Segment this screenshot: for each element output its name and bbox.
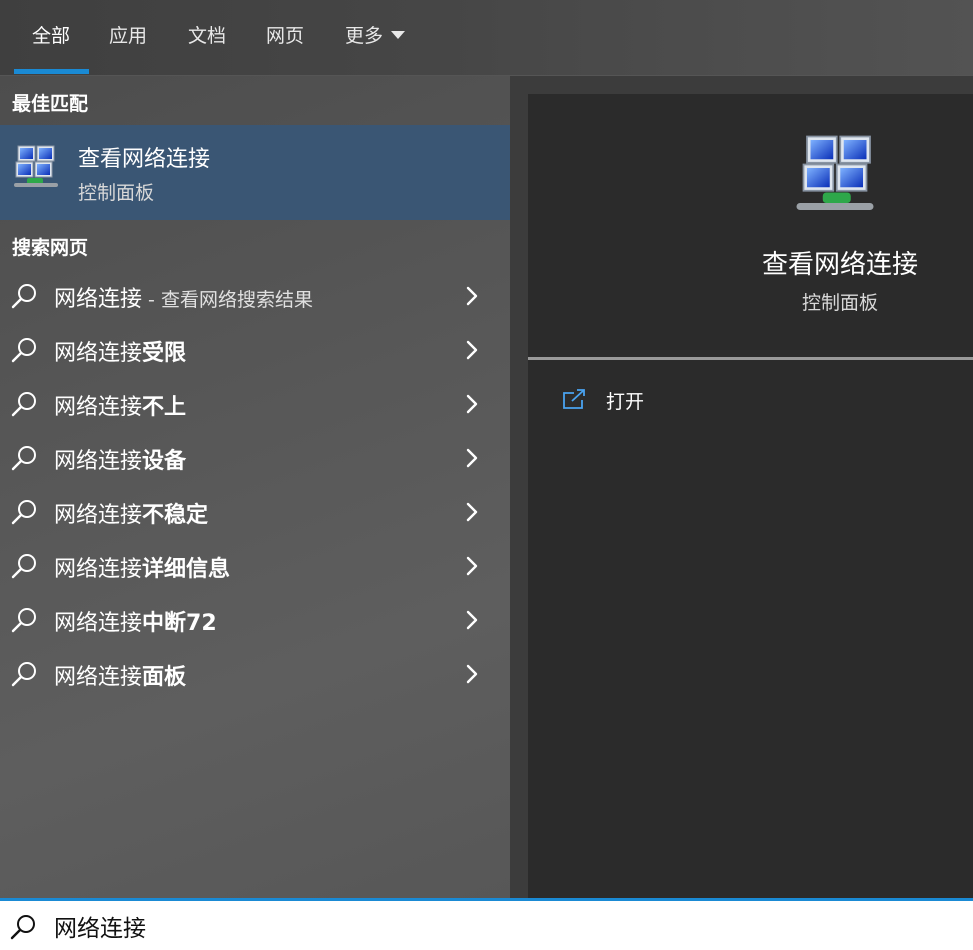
web-result-row[interactable]: 网络连接 - 查看网络搜索结果 — [0, 269, 510, 323]
search-icon — [11, 608, 36, 633]
best-match-title: 查看网络连接 — [78, 147, 211, 172]
search-icon — [11, 500, 36, 525]
chevron-right-icon — [466, 664, 478, 684]
search-window: 全部 应用 文档 网页 更多 最佳匹配 查看网络连接 控制面板 搜索网页 网络连… — [0, 0, 973, 950]
search-icon — [10, 915, 35, 940]
tab-more-label: 更多 — [345, 25, 384, 47]
web-result-row[interactable]: 网络连接不上 — [0, 377, 510, 431]
search-icon — [11, 338, 36, 363]
web-result-row[interactable]: 网络连接中断72 — [0, 593, 510, 647]
preview-pane: 查看网络连接 控制面板 打开 — [528, 94, 973, 898]
preview-divider — [528, 357, 973, 360]
web-result-row[interactable]: 网络连接不稳定 — [0, 485, 510, 539]
search-icon — [11, 446, 36, 471]
search-bar — [0, 898, 973, 950]
open-action-label: 打开 — [606, 391, 645, 413]
web-result-row[interactable]: 网络连接受限 — [0, 323, 510, 377]
chevron-right-icon — [466, 556, 478, 576]
chevron-down-icon — [391, 30, 406, 39]
tab-all[interactable]: 全部 — [32, 22, 70, 50]
active-tab-indicator — [14, 69, 89, 74]
web-result-text: 网络连接设备 — [54, 449, 187, 474]
web-result-row[interactable]: 网络连接详细信息 — [0, 539, 510, 593]
network-connections-icon — [796, 135, 874, 210]
web-result-row[interactable]: 网络连接设备 — [0, 431, 510, 485]
search-icon — [11, 392, 36, 417]
chevron-right-icon — [466, 394, 478, 414]
chevron-right-icon — [466, 340, 478, 360]
search-icon — [11, 662, 36, 687]
chevron-right-icon — [466, 610, 478, 630]
web-result-row[interactable]: 网络连接面板 — [0, 647, 510, 701]
best-match-heading: 最佳匹配 — [12, 93, 89, 115]
web-result-text: 网络连接不上 — [54, 395, 187, 420]
web-result-text: 网络连接受限 — [54, 341, 187, 366]
web-result-text: 网络连接中断72 — [54, 611, 217, 636]
search-input[interactable] — [54, 909, 914, 943]
tab-more[interactable]: 更多 — [345, 22, 406, 50]
best-match-subtitle: 控制面板 — [78, 182, 155, 204]
best-match-result[interactable]: 查看网络连接 控制面板 — [0, 125, 510, 220]
search-icon — [11, 554, 36, 579]
web-result-text: 网络连接不稳定 — [54, 503, 209, 528]
web-search-heading: 搜索网页 — [12, 237, 89, 259]
tab-documents[interactable]: 文档 — [188, 22, 226, 50]
search-icon — [11, 284, 36, 309]
network-connections-icon — [14, 145, 58, 187]
chevron-right-icon — [466, 286, 478, 306]
preview-title: 查看网络连接 — [761, 250, 918, 280]
web-result-text: 网络连接面板 — [54, 665, 187, 690]
preview-subtitle: 控制面板 — [801, 292, 878, 314]
chevron-right-icon — [466, 502, 478, 522]
web-result-text: 网络连接详细信息 — [54, 557, 231, 582]
chevron-right-icon — [466, 448, 478, 468]
tab-web[interactable]: 网页 — [266, 22, 304, 50]
filter-tab-bar: 全部 应用 文档 网页 更多 — [0, 0, 973, 76]
web-result-text: 网络连接 - 查看网络搜索结果 — [54, 287, 313, 312]
tab-apps[interactable]: 应用 — [109, 22, 147, 50]
open-external-icon — [563, 389, 585, 409]
results-panel: 最佳匹配 查看网络连接 控制面板 搜索网页 网络连接 - 查看网络搜索结果 网络… — [0, 76, 510, 898]
